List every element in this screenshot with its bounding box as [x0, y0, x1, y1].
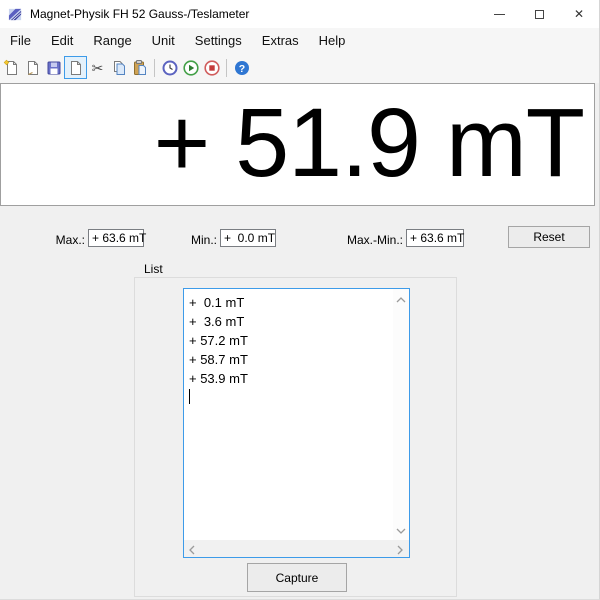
help-button[interactable]: ?: [231, 57, 252, 79]
paste-button[interactable]: [129, 57, 150, 79]
open-file-icon: [24, 59, 42, 77]
list-item: + 3.6 mT: [189, 312, 393, 331]
minimize-button[interactable]: [479, 0, 519, 28]
scroll-right-icon[interactable]: [397, 545, 403, 555]
max-label: Max.:: [30, 233, 85, 247]
minimize-icon: [494, 14, 505, 15]
max-field[interactable]: + 63.6 mT: [88, 229, 144, 247]
vertical-scrollbar[interactable]: [393, 289, 409, 540]
measurement-list-content: + 0.1 mT + 3.6 mT + 57.2 mT + 58.7 mT + …: [184, 289, 393, 540]
menu-settings[interactable]: Settings: [185, 29, 252, 52]
min-label: Min.:: [160, 233, 217, 247]
menu-bar: File Edit Range Unit Settings Extras Hel…: [0, 28, 599, 52]
scroll-left-icon[interactable]: [189, 545, 195, 555]
help-icon: ?: [233, 59, 251, 77]
stop-icon: [203, 59, 221, 77]
page-icon: [67, 59, 85, 77]
measurement-display: + 51.9 mT: [0, 83, 595, 206]
maxmin-field[interactable]: + 63.6 mT: [406, 229, 464, 247]
clock-icon: [161, 59, 179, 77]
menu-unit[interactable]: Unit: [142, 29, 185, 52]
copy-button[interactable]: [108, 57, 129, 79]
capture-button[interactable]: Capture: [247, 563, 347, 592]
new-window-button[interactable]: [64, 56, 87, 79]
close-icon: ✕: [574, 8, 584, 20]
min-field[interactable]: + 0.0 mT: [220, 229, 276, 247]
maximize-button[interactable]: [519, 0, 559, 28]
menu-extras[interactable]: Extras: [252, 29, 309, 52]
window-title: Magnet-Physik FH 52 Gauss-/Teslameter: [30, 7, 249, 21]
reset-button[interactable]: Reset: [508, 226, 590, 248]
list-item: + 57.2 mT: [189, 331, 393, 350]
cut-icon: ✂: [92, 61, 104, 75]
menu-range[interactable]: Range: [83, 29, 141, 52]
maxmin-label: Max.-Min.:: [320, 233, 403, 247]
copy-icon: [110, 59, 128, 77]
scroll-down-icon[interactable]: [396, 528, 406, 534]
clock-button[interactable]: [159, 57, 180, 79]
list-item: + 0.1 mT: [189, 293, 393, 312]
measurement-list[interactable]: + 0.1 mT + 3.6 mT + 57.2 mT + 58.7 mT + …: [183, 288, 410, 558]
toolbar-separator: [226, 59, 227, 77]
list-item: + 58.7 mT: [189, 350, 393, 369]
list-item: + 53.9 mT: [189, 369, 393, 388]
paste-icon: [131, 59, 149, 77]
app-window: Magnet-Physik FH 52 Gauss-/Teslameter ✕ …: [0, 0, 600, 600]
title-bar[interactable]: Magnet-Physik FH 52 Gauss-/Teslameter ✕: [0, 0, 599, 28]
open-file-button[interactable]: [22, 57, 43, 79]
cut-button[interactable]: ✂: [87, 57, 108, 79]
menu-file[interactable]: File: [0, 29, 41, 52]
save-button[interactable]: [43, 57, 64, 79]
new-file-button[interactable]: [1, 57, 22, 79]
menu-help[interactable]: Help: [309, 29, 356, 52]
toolbar-separator: [154, 59, 155, 77]
play-icon: [182, 59, 200, 77]
menu-edit[interactable]: Edit: [41, 29, 83, 52]
start-button[interactable]: [180, 57, 201, 79]
window-controls: ✕: [479, 0, 599, 28]
horizontal-scrollbar[interactable]: [184, 540, 409, 557]
scroll-up-icon[interactable]: [396, 297, 406, 303]
maximize-icon: [535, 10, 544, 19]
new-file-icon: [3, 59, 21, 77]
close-button[interactable]: ✕: [559, 0, 599, 28]
list-groupbox-label: List: [140, 262, 167, 276]
toolbar: ✂: [0, 52, 599, 83]
svg-text:?: ?: [238, 63, 244, 75]
stop-button[interactable]: [201, 57, 222, 79]
save-icon: [45, 59, 63, 77]
text-caret: [189, 389, 190, 404]
app-icon: [8, 7, 23, 22]
measurement-value: + 51.9 mT: [154, 84, 584, 205]
